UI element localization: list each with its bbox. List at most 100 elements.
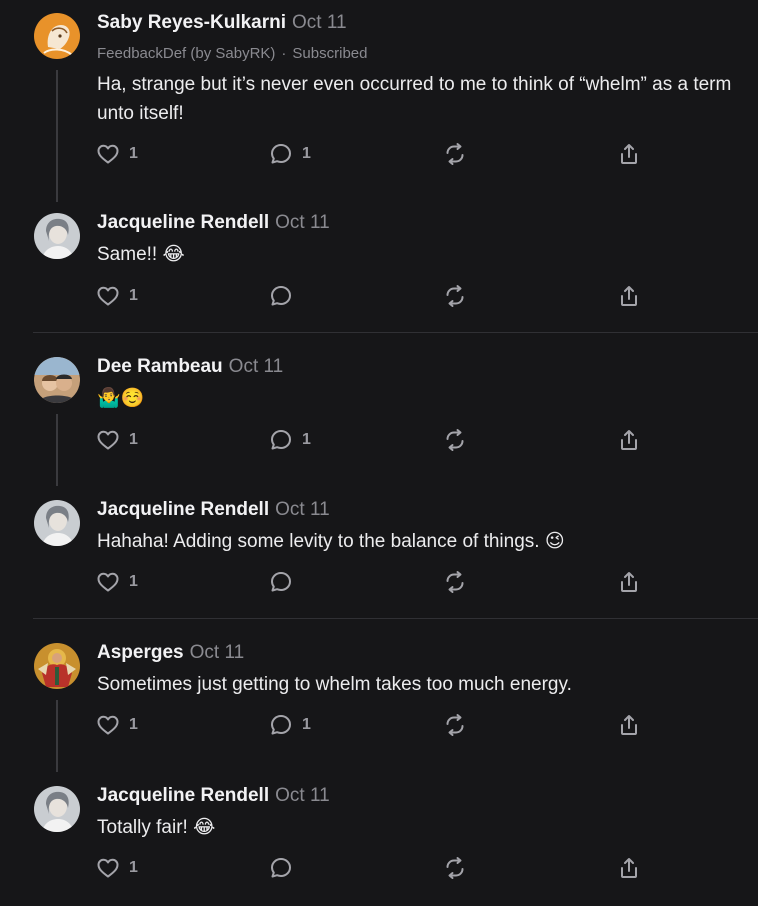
share-button[interactable] [617,712,641,738]
heart-icon [97,858,119,878]
emoji: 😂 [162,243,185,265]
comment-icon [271,286,291,306]
comment-actions: 1 [96,283,656,309]
comment-date[interactable]: Oct 11 [229,356,284,377]
heart-icon [97,572,119,592]
comment-body: Sometimes just getting to whelm takes to… [97,674,572,695]
comment-date[interactable]: Oct 11 [275,212,330,233]
comment-thread: Saby Reyes-Kulkarni Oct 11 FeedbackDef (b… [0,0,758,906]
avatar[interactable] [34,213,80,259]
comment-text: Totally fair! [97,817,188,838]
restack-button[interactable] [443,427,467,453]
heart-icon [97,715,119,735]
comment-actions: 1 [96,569,656,595]
restack-button[interactable] [443,569,467,595]
avatar[interactable] [34,13,80,59]
comment-header: Saby Reyes-Kulkarni Oct 11 [97,12,347,38]
comment-header: Asperges Oct 11 [97,642,244,668]
like-count: 1 [129,573,138,590]
author-name[interactable]: Saby Reyes-Kulkarni [97,12,286,33]
divider [33,332,758,333]
avatar[interactable] [34,357,80,403]
separator: · [281,45,287,62]
reply-button[interactable]: 1 [269,427,311,453]
restack-icon [446,714,464,736]
reply-button[interactable]: 1 [269,141,311,167]
share-button[interactable] [617,855,641,881]
emoji: 😂 [193,816,216,838]
like-count: 1 [129,716,138,733]
thread-line [56,414,58,486]
author-name[interactable]: Jacqueline Rendell [97,499,269,520]
share-icon [621,572,637,592]
restack-icon [446,429,464,451]
share-icon [621,858,637,878]
reply-count: 1 [302,431,311,448]
author-name[interactable]: Jacqueline Rendell [97,785,269,806]
reply-button[interactable] [269,855,293,881]
avatar[interactable] [34,500,80,546]
comment-body: Hahaha! Adding some levity to the balanc… [97,527,752,556]
share-button[interactable] [617,283,641,309]
comment-icon [271,715,291,735]
avatar[interactable] [34,786,80,832]
restack-button[interactable] [443,283,467,309]
publication-name[interactable]: FeedbackDef (by SabyRK) [97,45,275,62]
share-icon [621,286,637,306]
restack-button[interactable] [443,855,467,881]
share-button[interactable] [617,141,641,167]
like-button[interactable]: 1 [96,712,138,738]
like-button[interactable]: 1 [96,569,138,595]
comment-header: Jacqueline Rendell Oct 11 [97,212,330,238]
share-icon [621,144,637,164]
publication-line: FeedbackDef (by SabyRK) · Subscribed [97,45,367,62]
restack-button[interactable] [443,141,467,167]
comment-actions: 1 1 [96,141,656,167]
share-button[interactable] [617,569,641,595]
like-count: 1 [129,859,138,876]
comment-icon [271,430,291,450]
share-icon [621,715,637,735]
thread-line [56,700,58,772]
divider [33,618,758,619]
comment-body: Same!! 😂 [97,240,752,269]
emoji: 😉 [544,530,565,552]
share-button[interactable] [617,427,641,453]
comment-date[interactable]: Oct 11 [190,642,245,663]
like-button[interactable]: 1 [96,855,138,881]
like-button[interactable]: 1 [96,141,138,167]
reply-button[interactable]: 1 [269,712,311,738]
comment-body: Totally fair! 😂 [97,813,752,842]
comment-icon [271,144,291,164]
author-name[interactable]: Asperges [97,642,184,663]
comment-actions: 1 [96,855,656,881]
thread-line [56,70,58,202]
avatar[interactable] [34,643,80,689]
comment-actions: 1 1 [96,712,656,738]
comment-text: Hahaha! Adding some levity to the balanc… [97,531,540,552]
emoji: 🤷‍♂️☺️ [97,387,145,409]
comment-body: Ha, strange but it’s never even occurred… [97,74,732,124]
reply-button[interactable] [269,569,293,595]
comment-header: Dee Rambeau Oct 11 [97,356,283,382]
author-name[interactable]: Dee Rambeau [97,356,223,377]
heart-icon [97,144,119,164]
comment-date[interactable]: Oct 11 [292,12,347,33]
like-button[interactable]: 1 [96,427,138,453]
comment-date[interactable]: Oct 11 [275,785,330,806]
comment-text: Same!! [97,244,158,265]
like-button[interactable]: 1 [96,283,138,309]
comment-header: Jacqueline Rendell Oct 11 [97,785,330,811]
author-name[interactable]: Jacqueline Rendell [97,212,269,233]
heart-icon [97,286,119,306]
comment-icon [271,572,291,592]
restack-icon [446,857,464,879]
comment-header: Jacqueline Rendell Oct 11 [97,499,330,525]
restack-button[interactable] [443,712,467,738]
share-icon [621,430,637,450]
comment-date[interactable]: Oct 11 [275,499,330,520]
reply-button[interactable] [269,283,293,309]
subscription-status: Subscribed [292,45,368,62]
like-count: 1 [129,145,138,162]
like-count: 1 [129,287,138,304]
